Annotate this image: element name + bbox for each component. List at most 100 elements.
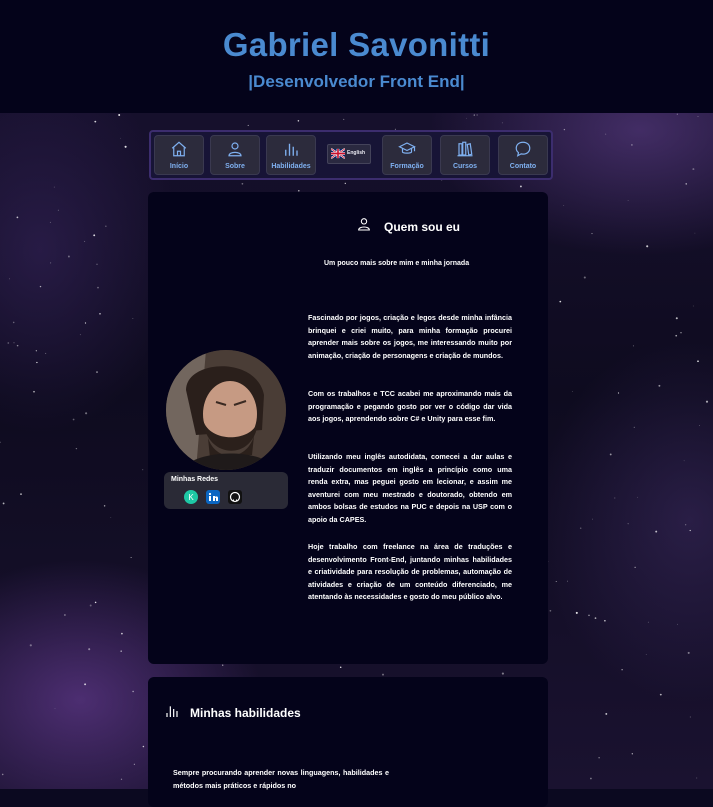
star [12, 321, 15, 324]
star [132, 318, 134, 319]
star [689, 716, 691, 718]
star [680, 332, 682, 334]
star [631, 753, 633, 755]
star [501, 122, 503, 124]
star [96, 371, 98, 374]
star [645, 653, 647, 655]
star [29, 644, 32, 647]
about-paragraph: Utilizando meu inglês autodidata, comece… [308, 452, 512, 524]
star [697, 360, 699, 363]
star [634, 566, 636, 568]
nav-item-sobre[interactable]: Sobre [210, 135, 260, 175]
skills-text: Sempre procurando aprender novas linguag… [173, 768, 389, 790]
star [7, 342, 10, 344]
star [631, 144, 633, 146]
star [64, 614, 66, 616]
star [2, 502, 5, 505]
star [343, 118, 345, 120]
user-icon [228, 142, 242, 157]
about-subtitle: Um pouco mais sobre mim e minha jornada [324, 260, 470, 267]
star [119, 137, 121, 139]
star [694, 232, 696, 234]
books-icon [457, 141, 473, 157]
star [121, 632, 123, 635]
kofi-icon[interactable]: K [184, 490, 198, 504]
linkedin-icon[interactable] [206, 490, 220, 504]
nav-item-contato[interactable]: Contato [498, 135, 548, 175]
star [559, 300, 562, 303]
star [567, 580, 568, 582]
star [476, 114, 478, 116]
star [675, 317, 678, 320]
profile-photo [166, 350, 286, 470]
star [692, 168, 695, 171]
star [49, 221, 51, 223]
star [633, 426, 635, 428]
star [627, 523, 629, 525]
star [53, 186, 55, 188]
user-icon [358, 218, 370, 231]
star [120, 650, 122, 652]
uk-flag-icon [331, 148, 345, 159]
star [588, 614, 590, 617]
github-icon[interactable] [228, 490, 242, 504]
star [519, 185, 522, 188]
star [605, 133, 607, 135]
star [614, 497, 616, 499]
star [84, 683, 87, 686]
about-paragraph: Com os trabalhos e TCC acabei me aproxim… [308, 389, 512, 424]
chat-bubble-icon [515, 141, 531, 157]
about-section: Quem sou eu Um pouco mais sobre mim e mi… [148, 192, 548, 664]
star [54, 708, 56, 709]
star [555, 581, 557, 582]
nav-item-habilidades[interactable]: Habilidades [266, 135, 316, 175]
nav-item-formacao[interactable]: Formação [382, 135, 432, 175]
star [241, 182, 244, 185]
star [617, 392, 620, 394]
star [563, 204, 565, 206]
about-paragraph: Hoje trabalho com freelance na área de t… [308, 542, 512, 602]
star [79, 334, 81, 336]
star [72, 418, 75, 421]
star [97, 286, 99, 289]
star [571, 391, 573, 392]
nav-item-cursos[interactable]: Cursos [440, 135, 490, 175]
nav-item-inicio[interactable]: Início [154, 135, 204, 175]
star [575, 611, 578, 614]
star [466, 117, 467, 119]
skills-section: Minhas habilidades Sempre procurando apr… [148, 677, 548, 807]
star [705, 400, 709, 403]
star [45, 352, 47, 354]
bar-chart-icon [166, 706, 178, 717]
star [110, 517, 112, 518]
star [692, 305, 694, 307]
star [594, 617, 597, 619]
star [33, 390, 35, 393]
page-title: Gabriel Savonitti [222, 26, 491, 63]
star [133, 763, 135, 765]
star [683, 460, 685, 462]
star [609, 453, 612, 456]
star [685, 183, 687, 185]
star [0, 441, 1, 443]
language-toggle-button[interactable]: English [327, 144, 371, 164]
star [659, 693, 662, 696]
star [50, 262, 52, 264]
social-links-panel: Minhas Redes K [164, 472, 288, 509]
star [685, 524, 687, 526]
star [563, 128, 566, 131]
nav-label: Formação [390, 163, 424, 170]
star [583, 276, 586, 279]
skills-title: Minhas habilidades [190, 706, 301, 720]
star [96, 263, 98, 265]
star [94, 601, 97, 604]
star [344, 182, 346, 185]
star [132, 690, 134, 693]
main-nav: Início Sobre Habilidades English Formaçã… [149, 130, 553, 180]
star [658, 384, 661, 387]
star [88, 648, 91, 651]
nav-label: Início [169, 163, 189, 170]
star [646, 245, 649, 248]
star [130, 557, 132, 558]
star [142, 745, 145, 748]
